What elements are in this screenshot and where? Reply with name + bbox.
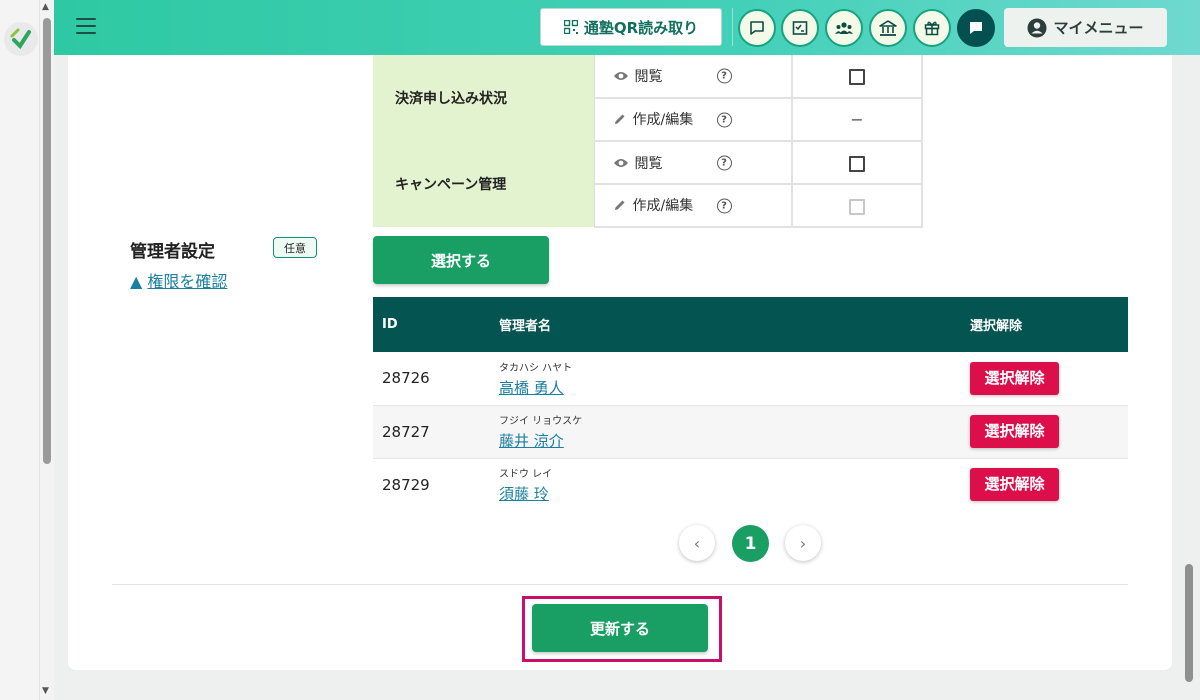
column-header-name: 管理者名 (499, 319, 552, 334)
prev-page-button[interactable]: ‹ (679, 525, 715, 561)
permission-checkbox[interactable] (849, 69, 865, 85)
left-scrollbar[interactable]: ▲ ▼ (40, 0, 54, 700)
deselect-button[interactable]: 選択解除 (970, 361, 1059, 395)
table-row: 28727 フジイ リョウスケ 藤井 涼介 選択解除 (373, 405, 1128, 459)
checklist-icon[interactable] (781, 9, 819, 47)
main-card: 決済申し込み状況 閲覧 ? 作成/編集 ? − キャンペーン管理 閲覧 ? 作成… (68, 55, 1172, 670)
app-logo-icon[interactable] (4, 22, 38, 56)
permission-row: キャンペーン管理 閲覧 ? (373, 141, 923, 227)
check-permissions-label: 権限を確認 (147, 272, 228, 291)
admin-settings-title: 管理者設定 (130, 242, 215, 262)
permission-checkbox-disabled (849, 198, 865, 215)
scroll-up-arrow-icon[interactable]: ▲ (42, 2, 49, 12)
admin-action-cell: 選択解除 (970, 405, 1128, 459)
top-header: 通塾QR読み取り マイメニュー (54, 0, 1200, 55)
admin-id: 28726 (373, 352, 499, 406)
permission-checkbox-cell (792, 141, 923, 185)
admin-id: 28729 (382, 475, 430, 494)
chevron-right-icon: › (799, 533, 807, 553)
current-page-button[interactable]: 1 (732, 525, 769, 562)
permission-view-label: 閲覧 (634, 69, 663, 85)
group-icon[interactable] (825, 9, 863, 47)
account-circle-icon (1027, 18, 1047, 37)
gift-icon[interactable] (913, 9, 951, 47)
permission-view: 閲覧 ? (594, 141, 793, 185)
permission-edit: 作成/編集 ? (594, 184, 793, 228)
my-menu-button[interactable]: マイメニュー (1004, 8, 1167, 47)
qr-scan-label: 通塾QR読み取り (583, 18, 699, 37)
help-icon[interactable]: ? (716, 68, 732, 84)
left-scrollbar-thumb[interactable] (43, 18, 51, 464)
admin-kana: スドウ レイ (499, 469, 553, 481)
permission-category: キャンペーン管理 (373, 141, 595, 227)
table-row: 28726 タカハシ ハヤト 高橋 勇人 選択解除 (373, 352, 1128, 406)
admin-name-link[interactable]: 高橋 勇人 (499, 379, 564, 397)
permission-checkbox-cell (792, 184, 923, 228)
optional-badge: 任意 (273, 237, 317, 258)
chat-bubble-icon[interactable] (738, 9, 776, 47)
permission-edit-label: 作成/編集 (632, 198, 694, 214)
permission-checkbox[interactable] (849, 155, 865, 172)
admin-name-link[interactable]: 須藤 玲 (499, 485, 549, 503)
admin-id: 28727 (373, 405, 499, 459)
admin-action-cell: 選択解除 (970, 352, 1128, 406)
admin-kana: タカハシ ハヤト (499, 362, 573, 374)
pencil-icon (614, 200, 624, 210)
admin-name-cell: スドウ レイ 須藤 玲 (499, 458, 970, 511)
chevron-left-icon: ‹ (693, 533, 701, 553)
update-button[interactable]: 更新する (532, 604, 708, 652)
table-row: 28729 スドウ レイ 須藤 玲 選択解除 (373, 458, 1128, 511)
qr-code-icon (563, 20, 578, 34)
permission-checkbox-cell (792, 55, 923, 99)
permission-checkbox-cell: − (792, 98, 923, 142)
admin-name-link[interactable]: 藤井 涼介 (499, 432, 564, 450)
permission-category: 決済申し込み状況 (373, 55, 595, 141)
permission-edit: 作成/編集 ? (594, 98, 793, 142)
my-menu-label: マイメニュー (1053, 19, 1144, 37)
qr-scan-button[interactable]: 通塾QR読み取り (540, 8, 722, 46)
help-icon[interactable]: ? (716, 198, 732, 213)
eye-icon (613, 158, 628, 167)
eye-icon (613, 72, 628, 80)
admin-kana: フジイ リョウスケ (499, 416, 583, 427)
help-icon[interactable]: ? (716, 112, 732, 127)
permission-not-applicable: − (850, 110, 864, 129)
permission-table: 決済申し込み状況 閲覧 ? 作成/編集 ? − キャンペーン管理 閲覧 ? 作成… (373, 55, 923, 228)
bank-icon[interactable] (869, 9, 907, 47)
hamburger-menu-icon[interactable] (76, 18, 96, 34)
permission-view-label: 閲覧 (634, 155, 663, 172)
pencil-icon (614, 114, 624, 124)
admin-action-cell: 選択解除 (970, 458, 1128, 511)
permission-edit-label: 作成/編集 (632, 112, 694, 128)
message-icon[interactable] (957, 9, 995, 47)
left-rail (0, 0, 40, 700)
right-scrollbar-thumb[interactable] (1185, 564, 1193, 682)
admin-table: ID 管理者名 選択解除 28726 タカハシ ハヤト 高橋 勇人 選択解除 2… (373, 297, 1128, 511)
column-header-action: 選択解除 (970, 319, 1023, 334)
permission-view: 閲覧 ? (594, 55, 793, 99)
admin-name-cell: フジイ リョウスケ 藤井 涼介 (499, 405, 970, 459)
column-header-id: ID (382, 317, 398, 332)
scroll-down-arrow-icon[interactable]: ▼ (42, 686, 49, 696)
admin-table-header: ID 管理者名 選択解除 (373, 297, 1128, 352)
next-page-button[interactable]: › (785, 525, 821, 561)
permission-row: 決済申し込み状況 閲覧 ? (373, 55, 923, 141)
select-admin-button[interactable]: 選択する (373, 236, 549, 284)
check-permissions-link[interactable]: ▲ 権限を確認 (130, 268, 227, 292)
section-divider (112, 584, 1128, 585)
deselect-button[interactable]: 選択解除 (970, 415, 1059, 448)
deselect-button[interactable]: 選択解除 (970, 468, 1059, 502)
help-icon[interactable]: ? (716, 155, 732, 170)
triangle-up-icon: ▲ (130, 272, 143, 291)
header-divider (732, 8, 733, 46)
admin-name-cell: タカハシ ハヤト 高橋 勇人 (499, 352, 970, 406)
